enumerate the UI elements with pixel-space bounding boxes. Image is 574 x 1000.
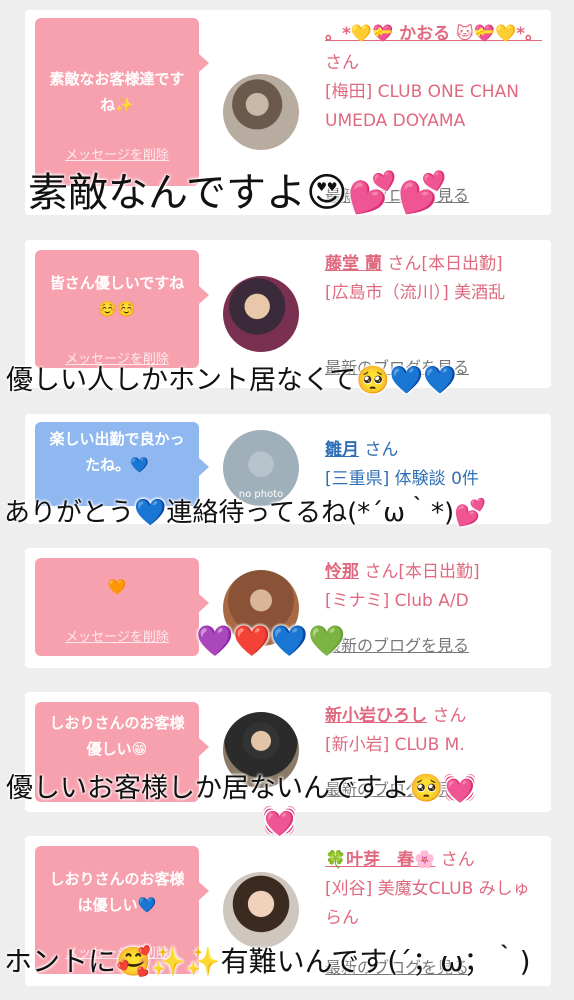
honorific: さん: [325, 53, 359, 73]
cast-name-link[interactable]: 藤堂 蘭: [325, 254, 382, 274]
heart-overlay: 💓: [262, 804, 297, 837]
avatar[interactable]: [223, 74, 299, 150]
shop-area: [新小岩] CLUB M.: [325, 735, 465, 755]
cast-name-link[interactable]: 怜那: [325, 562, 359, 582]
message-text: しおりさんのお客様は優しい💙: [49, 870, 185, 914]
honorific: さん: [432, 706, 467, 726]
shop-area: [ミナミ] Club A/D: [325, 591, 469, 611]
shop-area: [広島市（流川）] 美酒乱: [325, 283, 506, 303]
hearts-overlay: 💜❤️💙💚: [196, 624, 346, 659]
honorific: さん: [364, 440, 399, 460]
cast-name-link[interactable]: 🍀叶芽 春🌸: [325, 850, 435, 870]
cast-info: 🍀叶芽 春🌸 さん [刈谷] 美魔女CLUB みしゅらん: [325, 846, 545, 933]
honorific: さん[本日出勤]: [364, 562, 480, 582]
cast-info: 怜那 さん[本日出勤] [ミナミ] Club A/D: [325, 558, 545, 616]
latest-blog-link[interactable]: 最新のブログを見る: [325, 632, 469, 656]
honorific: さん: [440, 850, 475, 870]
shop-area: [三重県] 体験談 0件: [325, 469, 479, 489]
message-text: しおりさんのお客様優しい😁: [49, 714, 185, 758]
cast-info: 新小岩ひろし さん [新小岩] CLUB M.: [325, 702, 545, 760]
caption-overlay: 素敵なんですよ😍💕💕: [28, 170, 448, 216]
cast-name-link[interactable]: 新小岩ひろし: [325, 706, 427, 726]
message-text: 素敵なお客様達ですね✨: [49, 70, 185, 114]
shop-area: [梅田] CLUB ONE CHAN UMEDA DOYAMA: [325, 82, 519, 131]
avatar[interactable]: [223, 276, 299, 352]
caption-overlay: 優しい人しかホント居なくて🥺💙💙: [6, 365, 458, 396]
message-text: 皆さん優しいですね☺️☺️: [49, 274, 185, 318]
caption-overlay: ホントに🥰✨✨有難いんです(´；ω；｀): [4, 945, 531, 978]
delete-message-link[interactable]: メッセージを削除: [35, 626, 199, 645]
message-text: 🧡: [107, 578, 127, 596]
message-bubble: 🧡 メッセージを削除: [35, 558, 209, 656]
cast-name-link[interactable]: 雛月: [325, 440, 359, 460]
message-bubble: 皆さん優しいですね☺️☺️ メッセージを削除: [35, 250, 209, 368]
avatar[interactable]: [223, 872, 299, 948]
honorific: さん[本日出勤]: [387, 254, 503, 274]
cast-info: 雛月 さん [三重県] 体験談 0件: [325, 436, 545, 494]
message-text: 楽しい出勤で良かったね。💙: [49, 430, 185, 474]
cast-info: 。*💛💝 かおる 🐱💝💛*。 さん [梅田] CLUB ONE CHAN UME…: [325, 20, 545, 136]
cast-name-link[interactable]: 。*💛💝 かおる 🐱💝💛*。: [325, 24, 542, 44]
cast-info: 藤堂 蘭 さん[本日出勤] [広島市（流川）] 美酒乱: [325, 250, 545, 308]
caption-overlay: 優しいお客様しか居ないんですよ🥺💓: [6, 773, 477, 804]
caption-overlay: ありがとう💙連絡待ってるね(*´ω｀*)💕: [4, 498, 487, 528]
shop-area: [刈谷] 美魔女CLUB みしゅらん: [325, 879, 530, 928]
